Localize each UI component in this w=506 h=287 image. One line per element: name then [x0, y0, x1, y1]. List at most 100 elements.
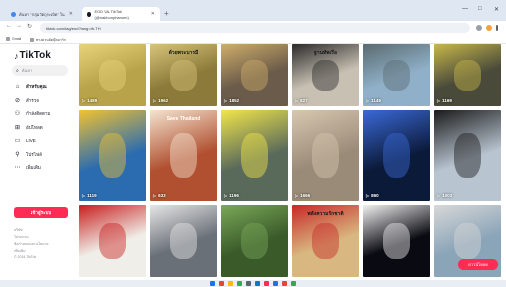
browser-tab[interactable]: ค้นหา "กลุ่มวัตถุระเบิด" ใน ✕	[6, 7, 78, 21]
video-caption-overlay: ด้วยพระบารมี	[168, 50, 199, 56]
footer-link[interactable]: © 2024 TikTok	[14, 255, 36, 259]
view-count: ▷ 1003	[437, 193, 452, 198]
home-icon: ⌂	[15, 83, 20, 90]
live-icon: ▭	[14, 138, 21, 144]
view-count: ▷ 827	[295, 98, 308, 103]
video-thumbnail	[312, 223, 339, 259]
bookmark-item[interactable]: ทางด่วนลัดบุ๊คมาร์ก	[30, 37, 66, 43]
close-tab-icon[interactable]: ✕	[151, 11, 155, 17]
play-icon: ▷	[224, 98, 228, 103]
forward-button[interactable]: →	[16, 23, 22, 29]
taskbar-app-icon[interactable]	[264, 281, 269, 286]
sidebar-item-profile[interactable]: ⚲ โปรไฟล์	[14, 151, 42, 158]
video-tile[interactable]	[363, 205, 430, 277]
maximize-button[interactable]: □	[478, 6, 482, 12]
video-thumbnail	[383, 223, 410, 259]
video-thumbnail	[241, 59, 268, 91]
download-app-button[interactable]: ดาวน์โหลด	[458, 259, 498, 270]
sidebar-item-label: เพิ่มเติม	[26, 165, 41, 170]
view-count-value: 1119	[87, 193, 97, 198]
taskbar-app-icon[interactable]	[282, 281, 287, 286]
video-tile[interactable]: ด้วยพระบารมี ▷ 1962	[150, 44, 217, 106]
play-icon: ▷	[153, 193, 157, 198]
view-count-value: 1149	[371, 98, 381, 103]
tiktok-favicon-icon	[87, 11, 92, 17]
view-count: ▷ 1169	[437, 98, 452, 103]
video-tile[interactable]: ▷ 860	[363, 110, 430, 201]
sidebar-item-compass[interactable]: ⊘ สำรวจ	[14, 97, 39, 104]
video-thumbnail	[241, 132, 268, 179]
video-thumbnail	[312, 132, 339, 179]
view-count: ▷ 633	[153, 193, 166, 198]
taskbar-app-icon[interactable]	[219, 281, 224, 286]
bookmark-icon	[6, 37, 10, 41]
taskbar-app-icon[interactable]	[246, 281, 251, 286]
video-tile[interactable]	[79, 205, 146, 277]
video-tile[interactable]: พลังความรักชาติ	[292, 205, 359, 277]
taskbar-app-icon[interactable]	[255, 281, 260, 286]
close-tab-icon[interactable]: ✕	[69, 11, 73, 17]
browser-tab-strip: ค้นหา "กลุ่มวัตถุระเบิด" ใน ✕ EOD บน Tik…	[0, 0, 506, 21]
search-input[interactable]: ⌕ ค้นหา	[12, 65, 68, 76]
view-count: ▷ 1196	[224, 193, 239, 198]
sidebar-item-following[interactable]: ⚇ กำลังติดตาม	[14, 110, 51, 117]
sidebar-item-label: โปรไฟล์	[26, 151, 42, 157]
following-icon: ⚇	[14, 111, 21, 117]
footer-link[interactable]: บริษัท	[14, 227, 23, 233]
address-bar[interactable]: tiktok.com/tag/eod?lang=th-TH	[40, 23, 470, 33]
search-icon: ⌕	[16, 67, 19, 74]
video-tile[interactable]: ▷ 1852	[221, 44, 288, 106]
video-tile[interactable]: ▷ 1003	[434, 110, 501, 201]
video-tile[interactable]	[150, 205, 217, 277]
footer-link[interactable]: ข้อกำหนดและนโยบาย	[14, 241, 48, 247]
url-text: tiktok.com/tag/eod?lang=th-TH	[46, 25, 101, 31]
sidebar-item-live[interactable]: ▭ LIVE	[14, 137, 36, 144]
video-tile[interactable]: Save Thailand ▷ 633	[150, 110, 217, 201]
play-icon: ▷	[82, 98, 86, 103]
video-caption-overlay: Save Thailand	[166, 116, 201, 122]
browser-tab-active[interactable]: EOD บน TikTok (@nakhonphanom) ✕	[82, 7, 160, 21]
back-button[interactable]: ←	[6, 23, 12, 29]
os-taskbar	[0, 280, 506, 287]
view-count: ▷ 1962	[153, 98, 168, 103]
view-count: ▷ 1852	[224, 98, 239, 103]
video-tile[interactable]: ▷ 1196	[221, 110, 288, 201]
video-tile[interactable]: ▷ 1119	[79, 110, 146, 201]
video-tile[interactable]: ฐานทัพเรือ ▷ 827	[292, 44, 359, 106]
new-tab-button[interactable]: +	[164, 9, 169, 18]
video-thumbnail	[383, 132, 410, 179]
footer-link[interactable]: โปรแกรม	[14, 234, 29, 240]
minimize-button[interactable]: —	[462, 6, 468, 12]
close-window-button[interactable]: ✕	[494, 6, 499, 13]
footer-link[interactable]: เพิ่มเติม	[14, 248, 26, 254]
bookmark-item[interactable]: Gmail	[6, 37, 21, 41]
search-placeholder: ค้นหา	[21, 68, 33, 73]
video-tile[interactable]: ▷ 1666	[292, 110, 359, 201]
video-tile[interactable]: ▷ 1149	[363, 44, 430, 106]
menu-kebab-icon[interactable]	[496, 25, 498, 31]
taskbar-app-icon[interactable]	[291, 281, 296, 286]
view-count-value: 1666	[300, 193, 311, 198]
tab-favicon-icon	[11, 11, 16, 17]
login-button[interactable]: เข้าสู่ระบบ	[14, 207, 68, 218]
sidebar-item-home[interactable]: ⌂ สำหรับคุณ	[14, 83, 47, 90]
video-tile[interactable]: ▷ 1489	[79, 44, 146, 106]
video-tile[interactable]: ▷ 1169	[434, 44, 501, 106]
extensions-icon[interactable]	[476, 25, 482, 31]
sidebar-item-label: สำหรับคุณ	[26, 84, 47, 89]
video-tile[interactable]	[221, 205, 288, 277]
taskbar-app-icon[interactable]	[210, 281, 215, 286]
sidebar-item-more[interactable]: ⋯ เพิ่มเติม	[14, 164, 41, 171]
taskbar-app-icon[interactable]	[228, 281, 233, 286]
view-count-value: 633	[158, 193, 166, 198]
view-count: ▷ 1149	[366, 98, 381, 103]
reload-button[interactable]: ↻	[27, 23, 32, 30]
view-count-value: 827	[300, 98, 308, 103]
view-count: ▷ 1666	[295, 193, 310, 198]
profile-avatar-icon[interactable]	[486, 25, 492, 31]
taskbar-app-icon[interactable]	[273, 281, 278, 286]
play-icon: ▷	[366, 98, 370, 103]
taskbar-app-icon[interactable]	[237, 281, 242, 286]
sidebar-item-upload[interactable]: ⊞ อัปโหลด	[14, 124, 43, 131]
tiktok-logo[interactable]: ♪ TikTok	[14, 50, 51, 61]
